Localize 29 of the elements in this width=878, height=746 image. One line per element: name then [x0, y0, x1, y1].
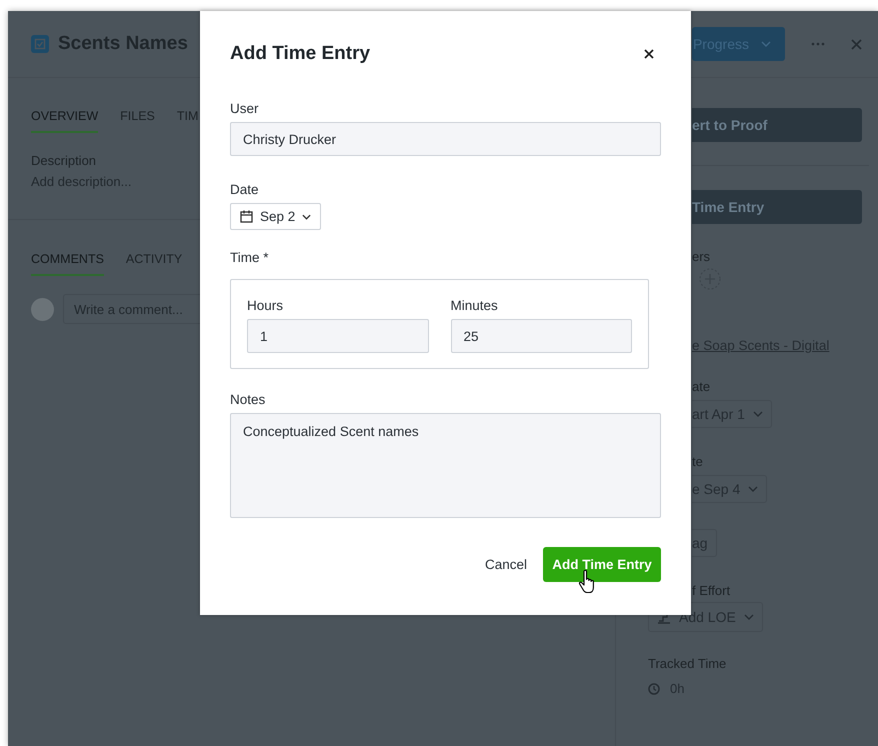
- field-label: Minutes: [450, 298, 499, 313]
- more-icon[interactable]: [811, 42, 825, 46]
- chevron-down-icon: [752, 411, 763, 417]
- chevron-down-icon: [302, 214, 312, 220]
- dialog-title: Add Time Entry: [230, 43, 370, 65]
- convert-button[interactable]: ert to Proof: [692, 108, 862, 142]
- date-picker[interactable]: Sep 2: [230, 203, 322, 230]
- notes-field[interactable]: Conceptualized Scent names: [230, 413, 661, 518]
- chevron-down-icon: [748, 486, 758, 492]
- time-entry-button[interactable]: Time Entry: [692, 190, 862, 224]
- field-label: Notes: [230, 392, 266, 407]
- tab[interactable]: OVERVIEW: [31, 109, 98, 133]
- tab[interactable]: COMMENTS: [31, 252, 104, 276]
- calendar-icon: [240, 210, 253, 223]
- clock-icon: [648, 682, 660, 694]
- user-field[interactable]: Christy Drucker: [230, 122, 661, 156]
- close-icon[interactable]: [644, 49, 654, 59]
- field-label: Date: [230, 182, 259, 197]
- hours-field[interactable]: 1: [247, 319, 428, 353]
- chevron-down-icon: [761, 41, 771, 47]
- cancel-button[interactable]: Cancel: [484, 557, 527, 572]
- field-label: User: [230, 101, 259, 116]
- chevron-down-icon: [744, 614, 754, 620]
- field-label: Time *: [230, 250, 269, 265]
- task-icon: [31, 35, 49, 53]
- field-label: Hours: [247, 298, 284, 313]
- minutes-field[interactable]: 25: [450, 319, 632, 353]
- avatar: [31, 298, 54, 320]
- submit-button[interactable]: Add Time Entry: [543, 547, 661, 582]
